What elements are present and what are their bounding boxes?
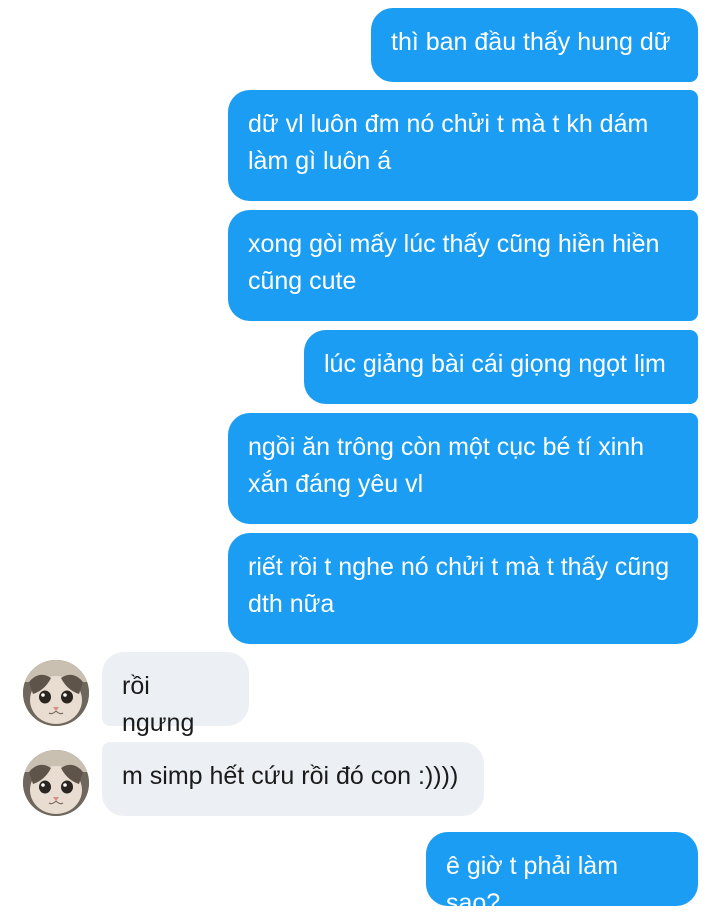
message-text: rồi ngưng xyxy=(122,672,195,737)
message-text: ê giờ t phải làm sao? xyxy=(446,852,619,917)
message-text: thì ban đầu thấy hung dữ xyxy=(391,28,671,56)
message-bubble-sent[interactable]: riết rồi t nghe nó chửi t mà t thấy cũng… xyxy=(228,533,698,644)
message-bubble-received[interactable]: rồi ngưng xyxy=(102,652,249,737)
message-text: dữ vl luôn đm nó chửi t mà t kh dám làm … xyxy=(248,110,649,175)
message-bubble-sent[interactable]: ê giờ t phải làm sao? xyxy=(426,832,698,917)
message-bubble-sent[interactable]: xong gòi mấy lúc thấy cũng hiền hiền cũn… xyxy=(228,210,698,321)
message-text: m simp hết cứu rồi đó con :)))) xyxy=(122,762,459,790)
message-bubble-sent[interactable]: thì ban đầu thấy hung dữ xyxy=(371,8,698,82)
message-bubble-sent[interactable]: lúc giảng bài cái giọng ngọt lịm xyxy=(304,330,698,404)
message-bubble-received[interactable]: m simp hết cứu rồi đó con :)))) xyxy=(102,742,484,816)
message-text: riết rồi t nghe nó chửi t mà t thấy cũng… xyxy=(248,553,670,618)
cat-avatar-icon xyxy=(23,660,89,726)
cat-avatar-icon[interactable] xyxy=(23,660,89,726)
message-bubble-sent[interactable]: dữ vl luôn đm nó chửi t mà t kh dám làm … xyxy=(228,90,698,201)
chat-thread: thì ban đầu thấy hung dữ dữ vl luôn đm n… xyxy=(0,0,720,917)
message-bubble-sent[interactable]: ngồi ăn trông còn một cục bé tí xinh xắn… xyxy=(228,413,698,524)
message-text: lúc giảng bài cái giọng ngọt lịm xyxy=(324,350,666,378)
message-text: xong gòi mấy lúc thấy cũng hiền hiền cũn… xyxy=(248,230,660,295)
cat-avatar-icon xyxy=(23,750,89,816)
message-text: ngồi ăn trông còn một cục bé tí xinh xắn… xyxy=(248,433,645,498)
cat-avatar-icon[interactable] xyxy=(23,750,89,816)
